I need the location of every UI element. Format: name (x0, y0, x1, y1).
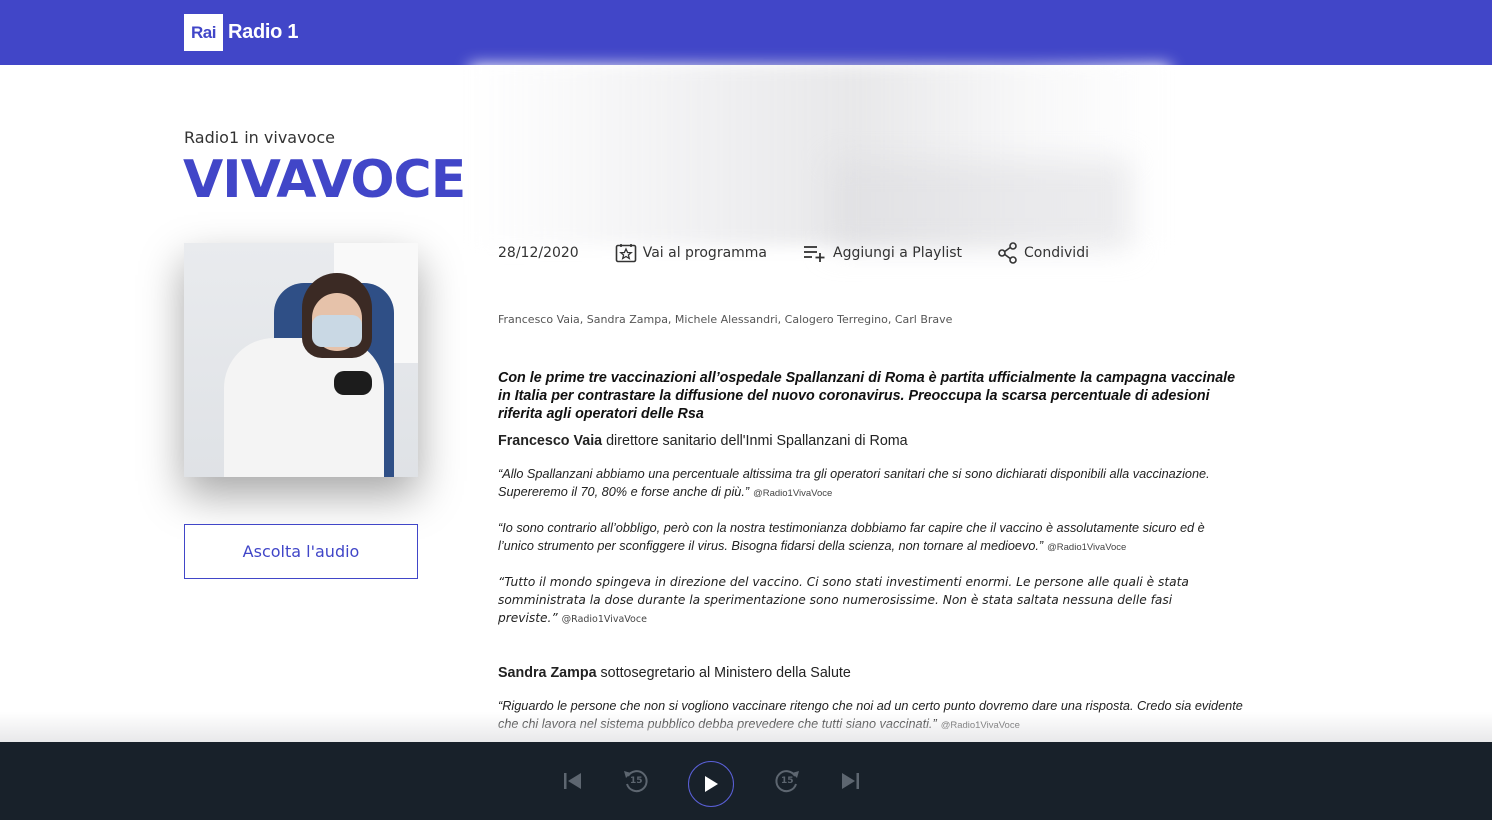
rai-radio1-logo[interactable]: Rai Radio 1 (184, 14, 298, 51)
page-title: VIVAVOCE (183, 150, 466, 210)
rewind-seconds-label: 15 (630, 776, 643, 786)
skip-previous-icon (564, 773, 581, 789)
episode-meta-bar: 28/12/2020 Vai al programma Aggiungi a P… (498, 242, 1125, 264)
play-icon (705, 776, 718, 792)
skip-next-icon (842, 773, 859, 789)
twitter-tag-link[interactable]: @Radio1VivaVoce (753, 488, 832, 499)
twitter-tag-link[interactable]: @Radio1VivaVoce (562, 614, 647, 625)
speaker-role: direttore sanitario dell'Inmi Spallanzan… (606, 433, 908, 449)
skip-next-button[interactable] (839, 742, 861, 820)
share-button[interactable]: Condividi (998, 242, 1089, 264)
skip-previous-button[interactable] (562, 742, 584, 820)
speaker-francesco-vaia: Francesco Vaia direttore sanitario dell'… (498, 433, 1243, 449)
cover-white-coat (224, 338, 384, 477)
go-to-program-label: Vai al programma (642, 245, 768, 261)
listen-audio-button[interactable]: Ascolta l'audio (184, 524, 418, 579)
cover-face-mask (312, 315, 362, 347)
audio-player-bar: 15 15 (0, 742, 1492, 820)
go-to-program-button[interactable]: Vai al programma (615, 243, 767, 263)
logo-rai-box: Rai (184, 14, 223, 51)
forward-15-button[interactable]: 15 (772, 742, 802, 820)
logo-channel-name: Radio 1 (228, 21, 299, 43)
rewind-15-button[interactable]: 15 (621, 742, 651, 820)
share-label: Condividi (1024, 245, 1089, 261)
play-button[interactable] (688, 761, 734, 807)
playlist-add-icon (804, 246, 825, 262)
add-to-playlist-button[interactable]: Aggiungi a Playlist (803, 243, 962, 263)
cover-gloved-hand (334, 371, 372, 395)
speaker-name: Sandra Zampa (498, 665, 597, 681)
forward-seconds-label: 15 (781, 776, 794, 786)
program-kicker: Radio1 in vivavoce (184, 128, 335, 147)
episode-description: Con le prime tre vaccinazioni all’ospeda… (498, 369, 1243, 735)
quote-item: “Tutto il mondo spingeva in direzione de… (498, 573, 1243, 629)
article-lead: Con le prime tre vaccinazioni all’ospeda… (498, 370, 1236, 422)
speaker-role: sottosegretario al Ministero della Salut… (600, 665, 851, 681)
twitter-tag-link[interactable]: @Radio1VivaVoce (1047, 542, 1126, 553)
episode-guests: Francesco Vaia, Sandra Zampa, Michele Al… (498, 313, 953, 326)
header-background-art-shade (830, 160, 1130, 250)
episode-date: 28/12/2020 (498, 245, 579, 261)
quote-item: “Allo Spallanzani abbiamo una percentual… (498, 465, 1243, 503)
top-navigation-bar: Rai Radio 1 (0, 0, 1492, 65)
speaker-name: Francesco Vaia (498, 433, 603, 449)
share-icon (998, 242, 1017, 264)
speaker-sandra-zampa: Sandra Zampa sottosegretario al Minister… (498, 665, 1243, 681)
quote-item: “Io sono contrario all’obbligo, però con… (498, 519, 1243, 557)
content-fade-overlay (0, 712, 1492, 742)
quote-text: “Allo Spallanzani abbiamo una percentual… (498, 467, 1210, 499)
program-star-icon (615, 244, 637, 263)
episode-cover-image (184, 243, 418, 477)
add-to-playlist-label: Aggiungi a Playlist (833, 245, 963, 261)
